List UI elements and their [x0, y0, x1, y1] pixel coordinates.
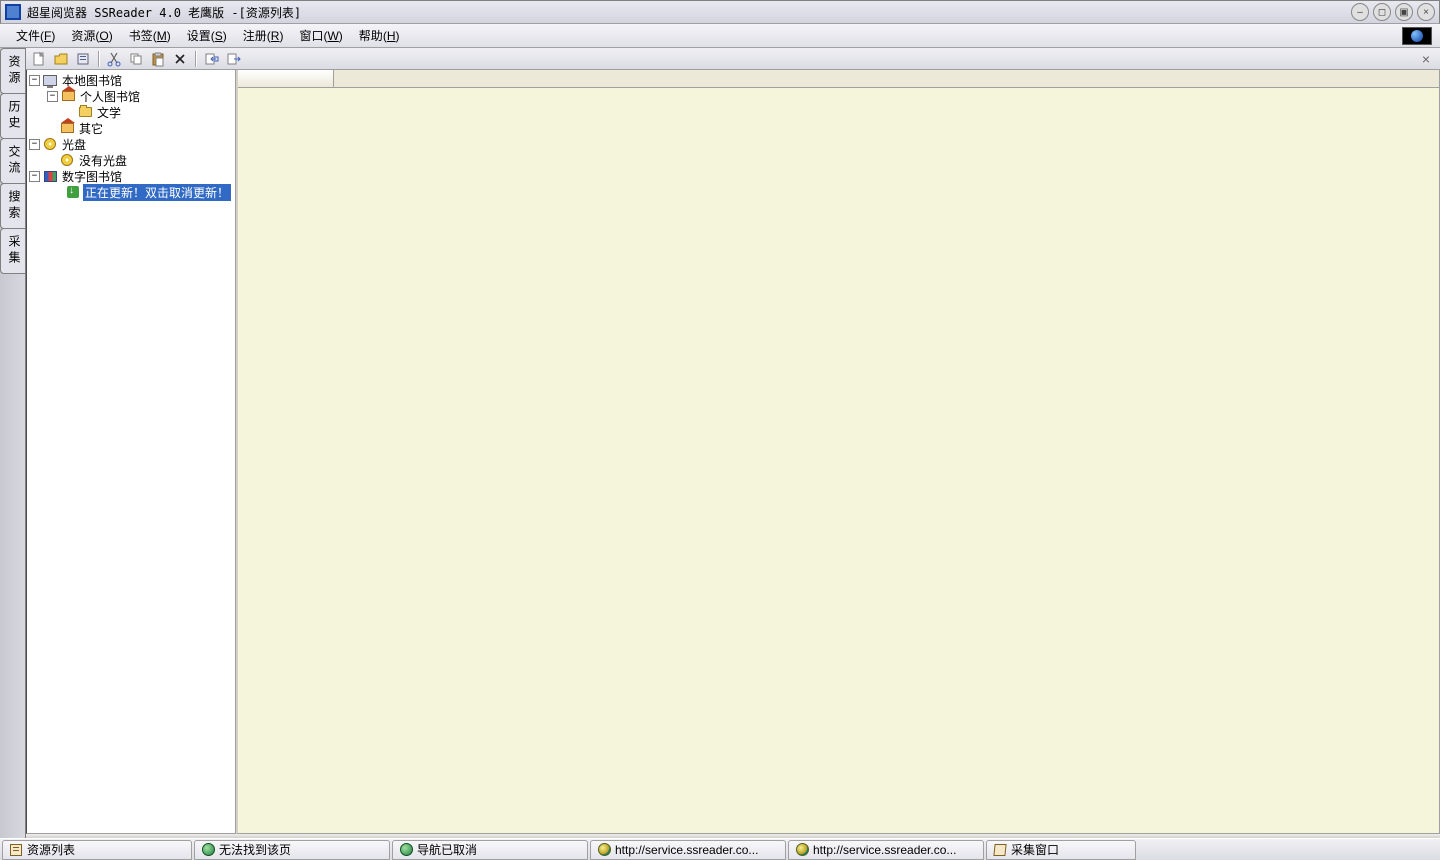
panel-close-icon[interactable]: × — [1416, 51, 1436, 67]
collapse-icon[interactable]: − — [29, 75, 40, 86]
new-file-icon[interactable] — [30, 50, 48, 68]
close-button[interactable]: × — [1417, 3, 1435, 21]
window-controls: – ◻ ▣ × — [1351, 3, 1435, 21]
import-icon[interactable] — [202, 50, 220, 68]
app-icon — [5, 4, 21, 20]
task-tab-collect-window[interactable]: 采集窗口 — [986, 840, 1136, 860]
list-icon — [9, 843, 23, 857]
update-icon — [65, 185, 81, 199]
tree-label: 没有光盘 — [77, 152, 129, 169]
restore-button[interactable]: ◻ — [1373, 3, 1391, 21]
globe-icon — [399, 843, 413, 857]
toolbar-separator — [98, 51, 99, 67]
task-label: http://service.ssreader.co... — [615, 843, 758, 857]
cut-icon[interactable] — [105, 50, 123, 68]
vtab-collect[interactable]: 采集 — [0, 228, 25, 274]
task-label: 无法找到该页 — [219, 841, 291, 858]
properties-icon[interactable] — [74, 50, 92, 68]
resource-tree: − 本地图书馆 − 个人图书馆 文学 — [26, 70, 236, 834]
tree-node-updating[interactable]: 正在更新！双击取消更新！ — [27, 184, 235, 200]
task-tab-service-1[interactable]: http://service.ssreader.co... — [590, 840, 786, 860]
list-body — [238, 88, 1439, 833]
brand-logo — [1402, 27, 1432, 45]
window-title: 超星阅览器 SSReader 4.0 老鹰版 -[资源列表] — [27, 4, 1351, 21]
menu-bookmark[interactable]: 书签(M) — [121, 24, 179, 47]
vtab-resource[interactable]: 资源 — [0, 48, 25, 94]
tree-node-literature[interactable]: 文学 — [27, 104, 235, 120]
task-tab-service-2[interactable]: http://service.ssreader.co... — [788, 840, 984, 860]
tree-label: 文学 — [95, 104, 123, 121]
house-icon — [59, 121, 75, 135]
content-panel — [236, 70, 1440, 834]
vertical-tabs: 资源 历史 交流 搜索 采集 — [0, 48, 26, 838]
status-strip — [26, 834, 1440, 838]
minimize-button[interactable]: – — [1351, 3, 1369, 21]
disc-icon — [59, 153, 75, 167]
house-icon — [60, 89, 76, 103]
disc-icon — [42, 137, 58, 151]
task-tab-resource-list[interactable]: 资源列表 — [2, 840, 192, 860]
toolbar-separator — [195, 51, 196, 67]
world-icon — [597, 843, 611, 857]
toolbar: × — [26, 48, 1440, 70]
books-icon — [42, 169, 58, 183]
menu-resource[interactable]: 资源(O) — [63, 24, 120, 47]
tree-label: 数字图书馆 — [60, 168, 124, 185]
maximize-button[interactable]: ▣ — [1395, 3, 1413, 21]
task-label: http://service.ssreader.co... — [813, 843, 956, 857]
menubar: 文件(F) 资源(O) 书签(M) 设置(S) 注册(R) 窗口(W) 帮助(H… — [0, 24, 1440, 48]
tree-node-personal-library[interactable]: − 个人图书馆 — [27, 88, 235, 104]
collapse-icon[interactable]: − — [29, 171, 40, 182]
tree-node-local-library[interactable]: − 本地图书馆 — [27, 72, 235, 88]
tree-label: 其它 — [77, 120, 105, 137]
tree-node-no-disc[interactable]: 没有光盘 — [27, 152, 235, 168]
monitor-icon — [42, 73, 58, 87]
vtab-history[interactable]: 历史 — [0, 93, 25, 139]
list-column[interactable] — [238, 70, 334, 87]
delete-icon[interactable] — [171, 50, 189, 68]
task-tab-page-not-found[interactable]: 无法找到该页 — [194, 840, 390, 860]
menu-file[interactable]: 文件(F) — [8, 24, 63, 47]
collapse-icon[interactable]: − — [47, 91, 58, 102]
tree-node-other[interactable]: 其它 — [27, 120, 235, 136]
task-tab-nav-cancelled[interactable]: 导航已取消 — [392, 840, 588, 860]
menu-settings[interactable]: 设置(S) — [179, 24, 235, 47]
main-body: 资源 历史 交流 搜索 采集 — [0, 48, 1440, 838]
tree-node-digital-library[interactable]: − 数字图书馆 — [27, 168, 235, 184]
tree-label: 个人图书馆 — [78, 88, 142, 105]
taskbar: 资源列表 无法找到该页 导航已取消 http://service.ssreade… — [0, 838, 1440, 860]
work-area: × − 本地图书馆 − 个人图书馆 — [26, 48, 1440, 838]
task-label: 采集窗口 — [1011, 841, 1059, 858]
vtab-communicate[interactable]: 交流 — [0, 138, 25, 184]
vtab-search[interactable]: 搜索 — [0, 183, 25, 229]
menu-register[interactable]: 注册(R) — [235, 24, 292, 47]
globe-icon — [201, 843, 215, 857]
open-folder-icon[interactable] — [52, 50, 70, 68]
export-icon[interactable] — [224, 50, 242, 68]
collapse-icon[interactable]: − — [29, 139, 40, 150]
list-header[interactable] — [238, 70, 1439, 88]
copy-icon[interactable] — [127, 50, 145, 68]
world-icon — [795, 843, 809, 857]
menu-window[interactable]: 窗口(W) — [291, 24, 350, 47]
globe-icon — [1411, 30, 1423, 42]
clipboard-icon — [993, 843, 1007, 857]
tree-label: 光盘 — [60, 136, 88, 153]
tree-label-selected: 正在更新！双击取消更新！ — [83, 184, 231, 201]
paste-icon[interactable] — [149, 50, 167, 68]
split-row: − 本地图书馆 − 个人图书馆 文学 — [26, 70, 1440, 834]
folder-icon — [77, 105, 93, 119]
task-label: 导航已取消 — [417, 841, 477, 858]
titlebar: 超星阅览器 SSReader 4.0 老鹰版 -[资源列表] – ◻ ▣ × — [0, 0, 1440, 24]
task-label: 资源列表 — [27, 841, 75, 858]
tree-node-disc[interactable]: − 光盘 — [27, 136, 235, 152]
menu-help[interactable]: 帮助(H) — [351, 24, 408, 47]
